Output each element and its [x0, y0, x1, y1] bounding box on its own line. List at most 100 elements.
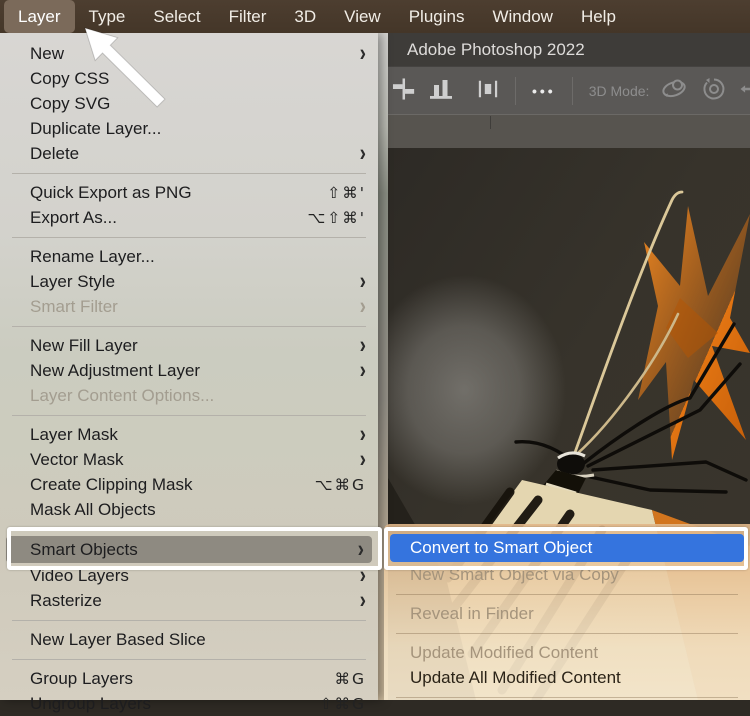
- menu-item-label: New Fill Layer: [30, 336, 138, 356]
- layer-menu: New › Copy CSS Copy SVG Duplicate Layer..…: [0, 33, 378, 700]
- menu-separator: [396, 594, 738, 595]
- menu-item-rename-layer[interactable]: Rename Layer...: [0, 244, 378, 269]
- align-bottom-edges-icon[interactable]: [429, 77, 453, 106]
- submenu-item-new-smart-object-via-copy: New Smart Object via Copy: [384, 562, 750, 587]
- menu-item-label: Copy CSS: [30, 69, 109, 89]
- menu-item-label: Update All Modified Content: [410, 668, 621, 688]
- menu-item-label: Rename Layer...: [30, 247, 155, 267]
- menu-separator: [12, 173, 366, 174]
- chevron-right-icon: ›: [360, 444, 366, 475]
- 3d-roll-icon[interactable]: [699, 74, 729, 109]
- menu-separator: [12, 620, 366, 621]
- menubar-item-help[interactable]: Help: [567, 0, 630, 33]
- 3d-orbit-icon[interactable]: [659, 74, 689, 109]
- menu-item-label: New Smart Object via Copy: [410, 565, 619, 585]
- menu-item-label: Copy SVG: [30, 94, 110, 114]
- menu-item-label: Mask All Objects: [30, 500, 156, 520]
- menu-item-ungroup-layers[interactable]: Ungroup Layers ⇧⌘G: [0, 691, 378, 716]
- menu-item-rasterize[interactable]: Rasterize›: [0, 588, 378, 613]
- menu-item-label: New Adjustment Layer: [30, 361, 200, 381]
- menu-item-copy-css[interactable]: Copy CSS: [0, 66, 378, 91]
- menu-item-quick-export-as-png[interactable]: Quick Export as PNG ⇧⌘': [0, 180, 378, 205]
- chevron-right-icon: ›: [360, 38, 366, 69]
- menu-item-label: Convert to Smart Object: [410, 538, 592, 558]
- chevron-right-icon: ›: [360, 291, 366, 322]
- menu-separator: [12, 659, 366, 660]
- menu-item-label: Ungroup Layers: [30, 694, 151, 714]
- menu-item-smart-filter: Smart Filter ›: [0, 294, 378, 319]
- menu-item-label: Create Clipping Mask: [30, 475, 193, 495]
- menu-item-label: Smart Filter: [30, 297, 118, 317]
- menu-item-mask-all-objects[interactable]: Mask All Objects: [0, 497, 378, 522]
- more-options-icon[interactable]: •••: [532, 83, 556, 99]
- options-bar: ••• 3D Mode:: [378, 66, 750, 115]
- distribute-horizontal-centers-icon[interactable]: [477, 77, 499, 106]
- menu-item-label: Smart Objects: [30, 540, 138, 560]
- menu-item-new-adjustment-layer[interactable]: New Adjustment Layer ›: [0, 358, 378, 383]
- menu-item-vector-mask[interactable]: Vector Mask ›: [0, 447, 378, 472]
- window-title: Adobe Photoshop 2022: [378, 40, 585, 60]
- menu-item-new-fill-layer[interactable]: New Fill Layer›: [0, 333, 378, 358]
- menu-item-layer-mask[interactable]: Layer Mask›: [0, 422, 378, 447]
- menu-item-label: Layer Content Options...: [30, 386, 214, 406]
- shortcut-label: ⇧⌘G: [320, 695, 367, 713]
- menubar-item-view[interactable]: View: [330, 0, 395, 33]
- shortcut-label: ⌥⇧⌘': [307, 209, 366, 227]
- menu-item-layer-style[interactable]: Layer Style›: [0, 269, 378, 294]
- menu-separator: [12, 237, 366, 238]
- menubar-item-3d[interactable]: 3D: [280, 0, 330, 33]
- menubar-item-plugins[interactable]: Plugins: [395, 0, 479, 33]
- submenu-item-update-all-modified-content[interactable]: Update All Modified Content: [384, 665, 750, 690]
- menu-item-export-as[interactable]: Export As... ⌥⇧⌘': [0, 205, 378, 230]
- menu-separator: [396, 633, 738, 634]
- shortcut-label: ⌘G: [334, 670, 366, 688]
- chevron-right-icon: ›: [360, 355, 366, 386]
- menu-separator: [12, 529, 366, 530]
- shortcut-label: ⇧⌘': [327, 184, 366, 202]
- menu-item-label: Quick Export as PNG: [30, 183, 192, 203]
- menu-item-video-layers[interactable]: Video Layers›: [0, 563, 378, 588]
- menu-item-label: Update Modified Content: [410, 643, 598, 663]
- submenu-item-update-modified-content: Update Modified Content: [384, 640, 750, 665]
- shortcut-label: ⌥⌘G: [315, 476, 366, 494]
- menu-separator: [12, 415, 366, 416]
- menubar-item-window[interactable]: Window: [478, 0, 566, 33]
- menu-item-copy-svg[interactable]: Copy SVG: [0, 91, 378, 116]
- menu-item-label: Video Layers: [30, 566, 129, 586]
- document-tab-bar[interactable]: [378, 114, 750, 149]
- menubar-item-layer[interactable]: Layer: [4, 0, 75, 33]
- chevron-right-icon: ›: [360, 585, 366, 616]
- menu-item-new[interactable]: New ›: [0, 41, 378, 66]
- menu-separator: [12, 326, 366, 327]
- submenu-item-convert-to-smart-object[interactable]: Convert to Smart Object: [390, 534, 744, 562]
- menu-item-group-layers[interactable]: Group Layers⌘G: [0, 666, 378, 691]
- 3d-pan-icon[interactable]: [739, 74, 750, 109]
- menu-item-label: Layer Mask: [30, 425, 118, 445]
- menu-item-label: New: [30, 44, 64, 64]
- options-bar-divider: [515, 77, 516, 105]
- menubar-item-select[interactable]: Select: [139, 0, 214, 33]
- menu-item-new-layer-based-slice[interactable]: New Layer Based Slice: [0, 627, 378, 652]
- align-horizontal-centers-icon[interactable]: [392, 77, 415, 106]
- menu-item-label: Vector Mask: [30, 450, 124, 470]
- menubar: Layer Type Select Filter 3D View Plugins…: [0, 0, 750, 33]
- menu-item-create-clipping-mask[interactable]: Create Clipping Mask ⌥⌘G: [0, 472, 378, 497]
- menu-item-label: New Layer Based Slice: [30, 630, 206, 650]
- chevron-right-icon: ›: [360, 138, 366, 169]
- menu-item-smart-objects[interactable]: Smart Objects›: [6, 536, 372, 563]
- options-bar-divider: [572, 77, 573, 105]
- menu-item-label: Duplicate Layer...: [30, 119, 161, 139]
- menu-separator: [396, 697, 738, 698]
- menu-item-duplicate-layer[interactable]: Duplicate Layer...: [0, 116, 378, 141]
- window-titlebar: Adobe Photoshop 2022: [378, 33, 750, 66]
- menu-item-layer-content-options: Layer Content Options...: [0, 383, 378, 408]
- menu-item-label: Export As...: [30, 208, 117, 228]
- 3d-mode-label: 3D Mode:: [589, 83, 650, 99]
- tab-divider: [490, 116, 491, 129]
- menu-item-delete[interactable]: Delete›: [0, 141, 378, 166]
- menu-item-label: Reveal in Finder: [410, 604, 534, 624]
- submenu-item-reveal-in-finder: Reveal in Finder: [384, 601, 750, 626]
- menubar-item-type[interactable]: Type: [75, 0, 140, 33]
- smart-objects-submenu: Convert to Smart Object New Smart Object…: [384, 524, 750, 700]
- menubar-item-filter[interactable]: Filter: [215, 0, 281, 33]
